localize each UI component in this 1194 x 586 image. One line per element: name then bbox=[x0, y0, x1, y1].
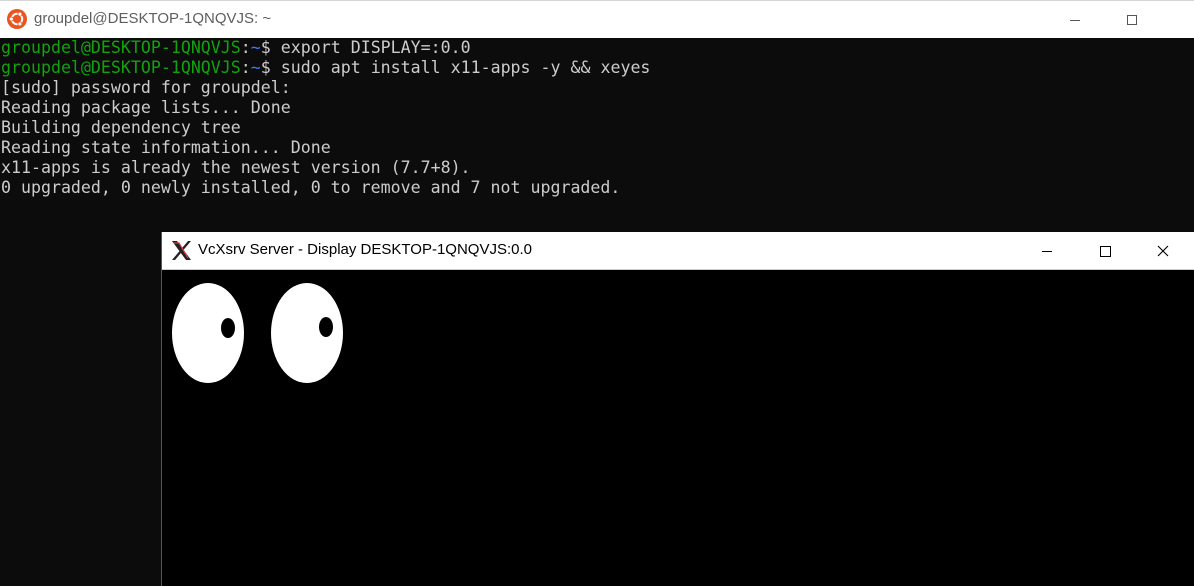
terminal-window-title: groupdel@DESKTOP-1QNQVJS: ~ bbox=[34, 10, 272, 27]
xeyes-canvas[interactable] bbox=[162, 270, 1194, 586]
terminal-minimize-button[interactable] bbox=[1046, 1, 1104, 38]
close-icon bbox=[1157, 245, 1169, 256]
prompt-separator: : bbox=[240, 38, 251, 57]
prompt-user-host: groupdel@DESKTOP-1QNQVJS bbox=[1, 58, 241, 77]
vcxsrv-window-title: VcXsrv Server - Display DESKTOP-1QNQVJS:… bbox=[198, 241, 532, 258]
vcxsrv-close-button[interactable] bbox=[1134, 232, 1192, 269]
maximize-icon bbox=[1127, 14, 1137, 25]
xeyes-right-pupil bbox=[319, 317, 333, 337]
terminal-command-line: groupdel@DESKTOP-1QNQVJS:~$ sudo apt ins… bbox=[1, 58, 650, 78]
terminal-output-line: Reading state information... Done bbox=[1, 138, 331, 157]
vcxsrv-maximize-button[interactable] bbox=[1076, 232, 1134, 269]
command-text: sudo apt install x11-apps -y && xeyes bbox=[280, 58, 651, 77]
vcxsrv-window[interactable]: VcXsrv Server - Display DESKTOP-1QNQVJS:… bbox=[161, 232, 1194, 586]
terminal-title-bar[interactable]: groupdel@DESKTOP-1QNQVJS: ~ bbox=[0, 0, 1194, 38]
prompt-path: ~ bbox=[250, 58, 261, 77]
maximize-icon bbox=[1100, 245, 1111, 257]
command-text: export DISPLAY=:0.0 bbox=[280, 38, 471, 57]
terminal-output-line: x11-apps is already the newest version (… bbox=[1, 158, 471, 177]
minimize-icon bbox=[1042, 250, 1052, 252]
terminal-output-line: Building dependency tree bbox=[1, 118, 241, 137]
prompt-symbol: $ bbox=[260, 38, 271, 57]
prompt-separator: : bbox=[240, 58, 251, 77]
terminal-output-line: Reading package lists... Done bbox=[1, 98, 291, 117]
prompt-user-host: groupdel@DESKTOP-1QNQVJS bbox=[1, 38, 241, 57]
xeyes-left-pupil bbox=[221, 318, 235, 338]
terminal-maximize-button[interactable] bbox=[1103, 1, 1161, 38]
x-logo-icon bbox=[172, 241, 191, 260]
terminal-command-line: groupdel@DESKTOP-1QNQVJS:~$ export DISPL… bbox=[1, 38, 471, 58]
vcxsrv-minimize-button[interactable] bbox=[1018, 232, 1076, 269]
minimize-icon bbox=[1070, 19, 1080, 21]
vcxsrv-title-bar[interactable]: VcXsrv Server - Display DESKTOP-1QNQVJS:… bbox=[162, 232, 1194, 270]
prompt-symbol: $ bbox=[260, 58, 271, 77]
xeyes-right-eye bbox=[271, 283, 343, 383]
xeyes-graphic bbox=[172, 283, 343, 383]
ubuntu-icon bbox=[7, 9, 27, 29]
terminal-output-line: [sudo] password for groupdel: bbox=[1, 78, 291, 97]
terminal-output-line: 0 upgraded, 0 newly installed, 0 to remo… bbox=[1, 178, 621, 197]
prompt-path: ~ bbox=[250, 38, 261, 57]
